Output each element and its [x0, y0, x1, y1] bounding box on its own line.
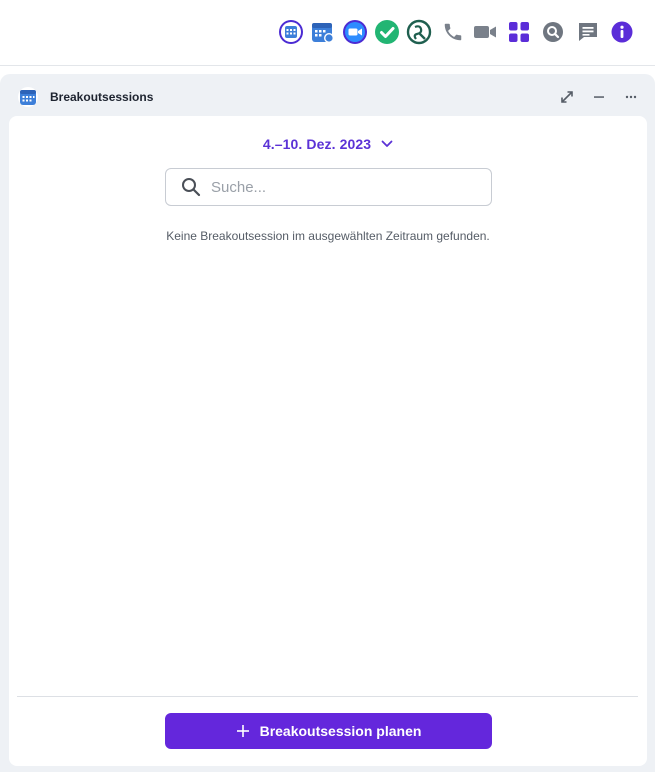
calendar-icon [17, 86, 39, 108]
video-meeting-icon[interactable] [342, 19, 368, 45]
apps-grid-icon[interactable] [506, 19, 532, 45]
mechsearch-logo-icon[interactable] [406, 19, 432, 45]
panel-header: Breakoutsessions [0, 74, 655, 116]
plan-breakout-session-button[interactable]: Breakoutsession planen [165, 713, 492, 749]
calendar-grid-icon[interactable] [278, 19, 304, 45]
plan-breakout-session-label: Breakoutsession planen [259, 723, 422, 739]
video-camera-icon[interactable] [472, 19, 498, 45]
search-input[interactable] [211, 178, 471, 196]
minimize-button[interactable] [589, 87, 609, 107]
empty-state-message: Keine Breakoutsession im ausgewählten Ze… [166, 229, 490, 243]
more-icon [625, 95, 637, 99]
panel-title: Breakoutsessions [50, 90, 154, 104]
search-field[interactable] [165, 168, 492, 206]
minimize-icon [594, 96, 604, 98]
expand-icon [561, 91, 573, 103]
plus-icon [236, 725, 249, 737]
info-icon[interactable] [609, 19, 635, 45]
divider [17, 696, 638, 697]
search-icon[interactable] [540, 19, 566, 45]
date-range-label: 4.–10. Dez. 2023 [262, 136, 372, 152]
date-range-selector[interactable]: 4.–10. Dez. 2023 [9, 133, 647, 155]
checkmark-icon[interactable] [374, 19, 400, 45]
more-options-button[interactable] [621, 87, 641, 107]
expand-button[interactable] [557, 87, 577, 107]
chevron-down-icon [381, 140, 393, 147]
panel-content: 4.–10. Dez. 2023 Keine Breakoutsession i… [9, 116, 647, 766]
calendar-group-icon[interactable] [310, 19, 336, 45]
magnifier-icon [180, 176, 202, 198]
chat-icon[interactable] [575, 19, 601, 45]
phone-icon[interactable] [440, 19, 466, 45]
breakout-sessions-panel: Breakoutsessions 4.–10. Dez. 2023 Suche.… [0, 74, 655, 772]
top-toolbar [0, 0, 655, 66]
